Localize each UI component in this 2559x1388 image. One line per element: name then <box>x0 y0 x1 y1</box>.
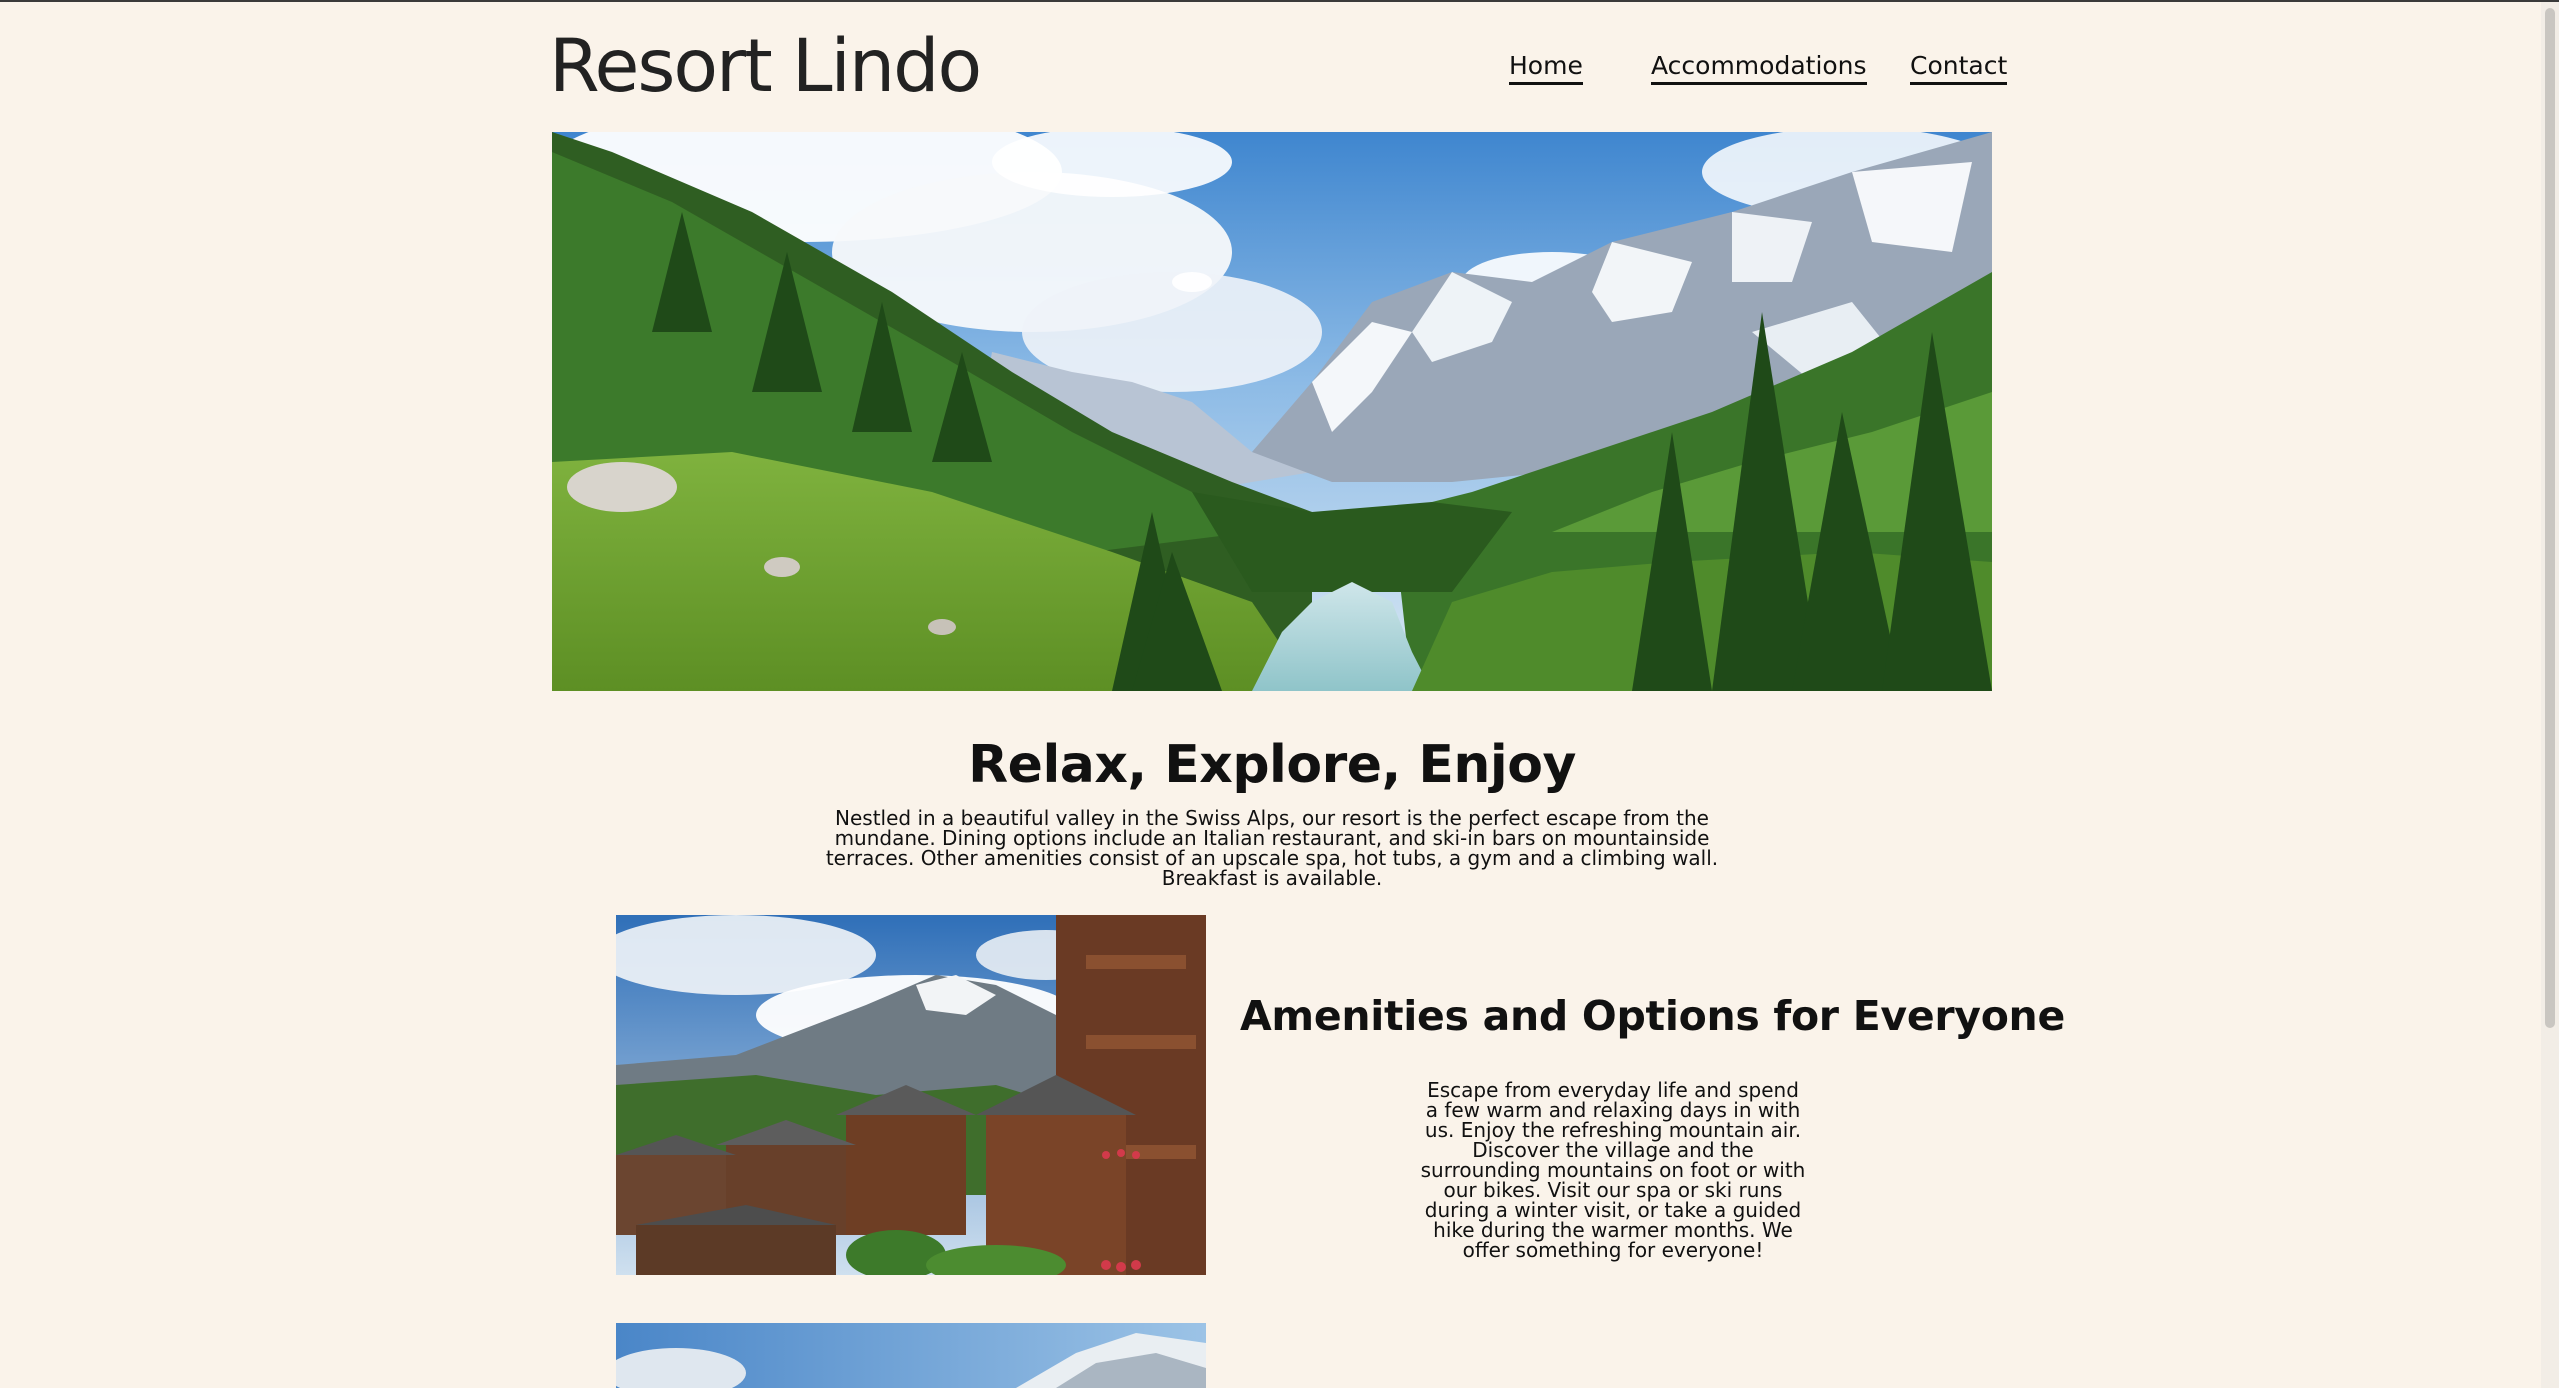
village-chalets-illustration <box>616 915 1206 1275</box>
window-top-border <box>0 0 2559 2</box>
intro-heading: Relax, Explore, Enjoy <box>968 735 1576 795</box>
page-scrollbar[interactable] <box>2541 2 2559 1388</box>
amenities-image <box>616 915 1206 1275</box>
intro-paragraph: Nestled in a beautiful valley in the Swi… <box>825 806 1719 890</box>
nav-link-home[interactable]: Home <box>1509 50 1583 85</box>
next-section-image <box>616 1323 1206 1388</box>
amenities-heading: Amenities and Options for Everyone <box>1240 992 2065 1040</box>
scrollbar-thumb[interactable] <box>2545 8 2555 1028</box>
nav-link-accommodations[interactable]: Accommodations <box>1651 50 1867 85</box>
hero-image <box>552 132 1992 691</box>
nav-link-contact[interactable]: Contact <box>1910 50 2008 85</box>
hero-valley-illustration <box>552 132 1992 691</box>
snowy-mountain-illustration <box>616 1323 1206 1388</box>
amenities-paragraph: Escape from everyday life and spend a fe… <box>1420 1078 1806 1262</box>
site-title: Resort Lindo <box>549 24 982 109</box>
browser-viewport: Resort Lindo Home Accommodations Contact <box>0 0 2559 1388</box>
